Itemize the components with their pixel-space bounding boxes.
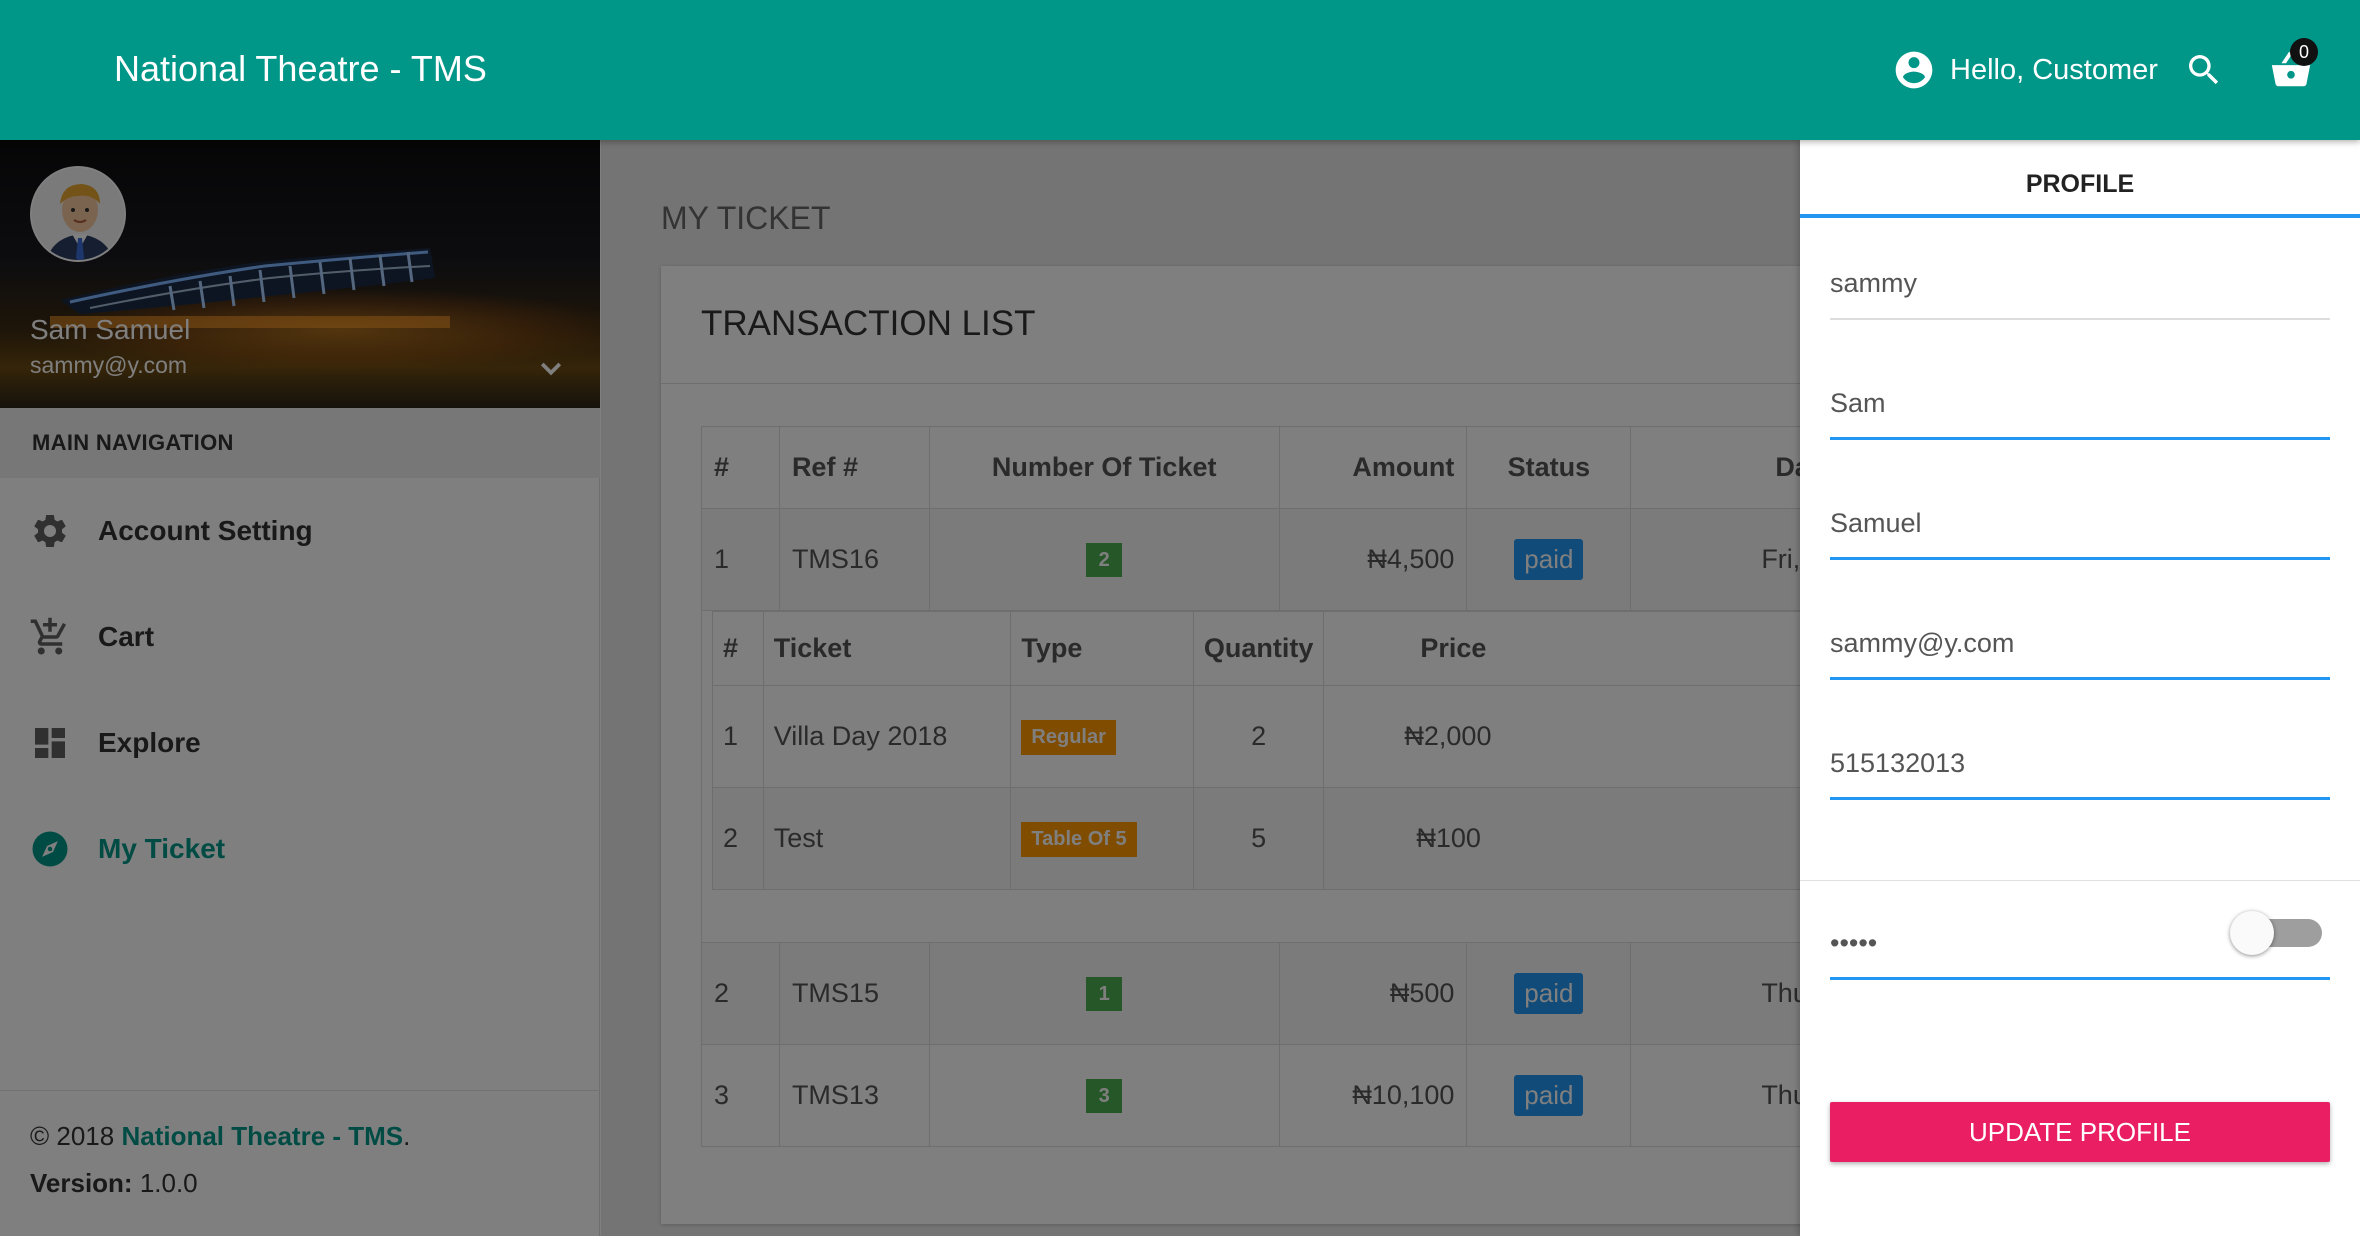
username-field[interactable]	[1830, 248, 2330, 320]
app-title[interactable]: National Theatre - TMS	[114, 48, 487, 90]
last-name-field[interactable]	[1830, 488, 2330, 560]
search-icon[interactable]	[2184, 50, 2224, 90]
update-profile-button[interactable]: UPDATE PROFILE	[1830, 1102, 2330, 1162]
email-input[interactable]	[1830, 628, 2330, 659]
phone-input[interactable]	[1830, 748, 2330, 779]
toggle-knob	[2230, 911, 2274, 955]
username-input[interactable]	[1830, 268, 2330, 299]
email-field[interactable]	[1830, 608, 2330, 680]
last-name-input[interactable]	[1830, 508, 2330, 539]
profile-panel: PROFILE ••••• UPDATE PROFILE	[1800, 140, 2360, 1236]
divider	[1800, 880, 2360, 881]
tab-profile[interactable]: PROFILE	[1800, 140, 2360, 218]
first-name-field[interactable]	[1830, 368, 2330, 440]
greeting-text: Hello, Customer	[1950, 53, 2158, 86]
top-app-bar: National Theatre - TMS Hello, Customer 0	[0, 0, 2360, 140]
phone-field[interactable]	[1830, 728, 2330, 800]
cart-count-badge: 0	[2290, 38, 2318, 66]
password-value[interactable]: •••••	[1830, 928, 1877, 958]
user-menu[interactable]: Hello, Customer	[1892, 48, 2158, 92]
first-name-input[interactable]	[1830, 388, 2330, 419]
modal-backdrop[interactable]	[0, 140, 1800, 1236]
account-circle-icon	[1895, 51, 1933, 89]
password-visibility-toggle[interactable]	[2230, 909, 2324, 955]
